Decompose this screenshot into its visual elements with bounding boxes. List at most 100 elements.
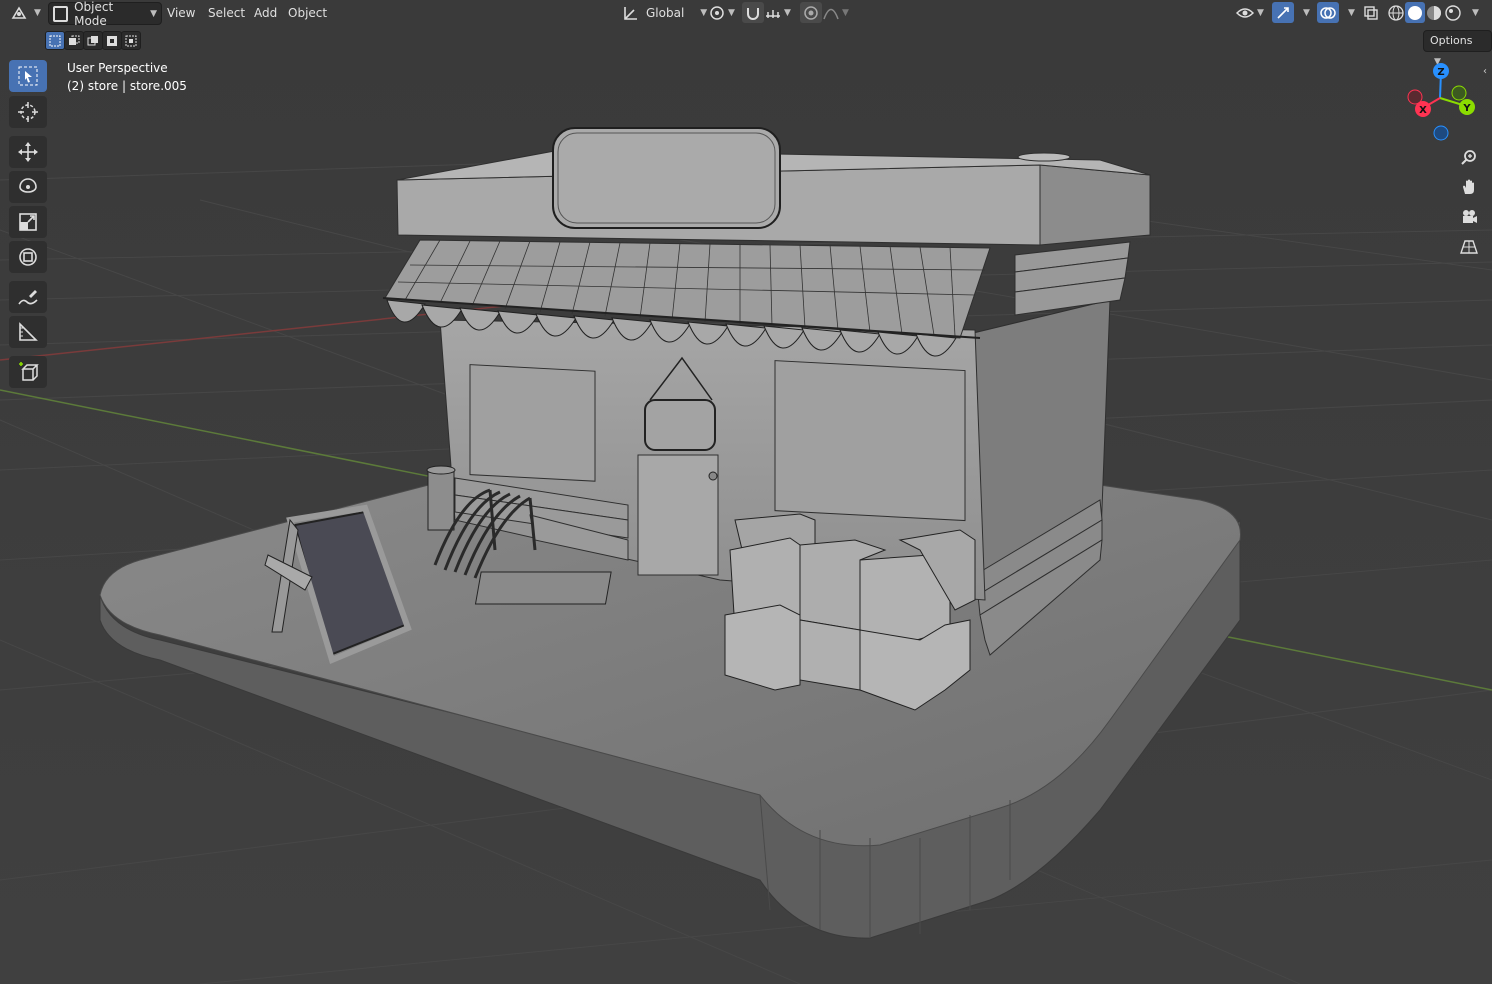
object-info-label: (2) store | store.005 xyxy=(67,79,187,93)
pivot-icon xyxy=(710,5,724,20)
select-mode-intersect-button[interactable] xyxy=(121,31,141,50)
pan-button[interactable] xyxy=(1455,173,1483,201)
rendered-sphere-icon xyxy=(1445,4,1461,21)
blender-window: ▼ Object Mode ▼ View Select Add Object G… xyxy=(0,0,1492,984)
material-sphere-icon xyxy=(1427,5,1441,20)
chevron-down-icon: ▼ xyxy=(700,7,708,18)
snap-toggle[interactable] xyxy=(742,2,764,23)
gizmo-neg-z[interactable] xyxy=(1433,125,1449,141)
falloff-dropdown[interactable]: ▼ xyxy=(822,2,849,23)
overlays-icon xyxy=(1320,6,1336,19)
orientation-label: Global xyxy=(646,5,685,20)
chevron-down-icon: ▼ xyxy=(728,7,735,18)
scale-icon xyxy=(19,213,37,231)
menu-view[interactable]: View xyxy=(164,4,198,22)
sidebar-toggle-icon[interactable]: ‹ xyxy=(1483,66,1487,77)
proportional-edit-toggle[interactable] xyxy=(800,2,822,23)
grid-perspective-icon xyxy=(1460,240,1478,254)
menu-object[interactable]: Object xyxy=(285,4,330,22)
chevron-down-icon: ▼ xyxy=(34,7,41,18)
select-box-tool[interactable] xyxy=(9,60,47,92)
gizmo-toggle[interactable] xyxy=(1272,2,1294,23)
select-mode-new-button[interactable] xyxy=(45,31,65,50)
select-mode-invert-button[interactable] xyxy=(102,31,122,50)
move-tool[interactable] xyxy=(9,136,47,168)
add-cube-icon xyxy=(19,362,39,381)
zoom-button[interactable] xyxy=(1455,143,1483,171)
door-sign xyxy=(644,399,716,451)
navigation-gizmo[interactable]: Z Y X xyxy=(1402,60,1482,145)
gizmo-neg-y[interactable] xyxy=(1451,85,1467,101)
visibility-dropdown[interactable]: ▼ xyxy=(1236,2,1264,23)
chevron-down-icon: ▼ xyxy=(784,7,791,18)
solid-shading-button[interactable] xyxy=(1405,2,1425,23)
select-new-icon xyxy=(49,35,61,46)
cursor-tool[interactable] xyxy=(9,96,47,128)
transform-icon xyxy=(19,248,37,266)
options-dropdown[interactable]: Options ▼ xyxy=(1423,30,1492,67)
hand-icon xyxy=(1463,179,1474,194)
orientation-icon xyxy=(624,6,637,20)
door xyxy=(637,454,719,576)
object-mode-icon xyxy=(53,5,69,22)
menu-select[interactable]: Select xyxy=(205,4,248,22)
material-shading-button[interactable] xyxy=(1425,2,1443,23)
transform-orientation-dropdown[interactable]: Global ▼ xyxy=(622,2,707,23)
gizmo-x-label: X xyxy=(1419,105,1427,116)
menu-add[interactable]: Add xyxy=(251,4,280,22)
zoom-icon xyxy=(1461,150,1476,165)
rotate-tool[interactable] xyxy=(9,171,47,203)
scale-tool[interactable] xyxy=(9,206,47,238)
roof-side xyxy=(1039,164,1151,246)
rotate-icon xyxy=(19,178,37,193)
select-mode-subtract-button[interactable] xyxy=(83,31,103,50)
xray-toggle[interactable] xyxy=(1362,2,1380,23)
proportional-edit-icon xyxy=(804,5,818,20)
select-extend-icon xyxy=(69,35,80,45)
wireframe-shading-button[interactable] xyxy=(1387,2,1405,23)
box-stack xyxy=(724,513,976,711)
chevron-down-icon[interactable]: ▼ xyxy=(1472,2,1479,23)
pivot-point-dropdown[interactable]: ▼ xyxy=(708,2,735,23)
trash-bin xyxy=(427,469,455,531)
chevron-down-icon: ▼ xyxy=(150,8,157,19)
camera-icon xyxy=(1463,210,1477,223)
door-knob xyxy=(708,471,718,481)
snap-increment-icon xyxy=(766,9,780,18)
xray-icon xyxy=(1364,5,1378,20)
view-name-label: User Perspective xyxy=(67,61,168,75)
chevron-down-icon[interactable]: ▼ xyxy=(1348,2,1355,23)
chevron-down-icon[interactable]: ▼ xyxy=(1303,2,1310,23)
select-subtract-icon xyxy=(87,35,98,45)
camera-view-button[interactable] xyxy=(1455,203,1483,231)
cursor-icon xyxy=(18,102,38,122)
select-intersect-icon xyxy=(125,35,137,46)
measure-tool[interactable] xyxy=(9,316,47,348)
snap-target-dropdown[interactable]: ▼ xyxy=(764,2,791,23)
transform-tool[interactable] xyxy=(9,241,47,273)
roof-vent xyxy=(1017,152,1071,162)
gizmo-z-label: Z xyxy=(1437,67,1444,78)
gizmo-icon xyxy=(1277,6,1289,19)
rendered-shading-button[interactable] xyxy=(1444,2,1462,23)
eye-icon xyxy=(1236,7,1254,18)
store-signboard xyxy=(552,127,781,229)
overlays-toggle[interactable] xyxy=(1317,2,1339,23)
3d-viewport[interactable] xyxy=(0,0,1492,984)
add-cube-tool[interactable] xyxy=(9,356,47,388)
select-invert-icon xyxy=(107,35,117,46)
annotate-tool[interactable] xyxy=(9,281,47,313)
magnet-icon xyxy=(747,7,759,20)
select-box-icon xyxy=(18,66,38,86)
chevron-down-icon: ▼ xyxy=(1257,7,1264,18)
left-window xyxy=(469,364,596,482)
editor-type-dropdown[interactable]: ▼ xyxy=(10,2,41,23)
select-mode-extend-button[interactable] xyxy=(64,31,84,50)
doormat xyxy=(474,571,612,605)
options-label: Options xyxy=(1430,34,1473,47)
perspective-toggle-button[interactable] xyxy=(1455,233,1483,261)
measure-icon xyxy=(19,322,38,341)
mode-dropdown[interactable]: Object Mode ▼ xyxy=(48,0,162,28)
wireframe-sphere-icon xyxy=(1388,4,1404,21)
mode-label: Object Mode xyxy=(74,0,114,28)
